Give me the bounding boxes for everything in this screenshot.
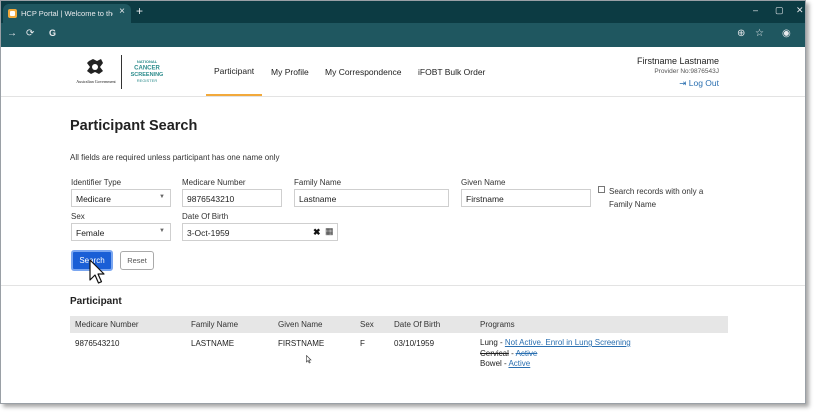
browser-window: HCP Portal | Welcome to the D × + – ▢ ✕ … [0, 0, 806, 404]
row-sex: F [360, 339, 365, 348]
browser-tab[interactable]: HCP Portal | Welcome to the D × [3, 4, 131, 23]
medicare-number-input[interactable]: 9876543210 [182, 189, 282, 207]
bookmark-star-icon[interactable]: ☆ [755, 28, 764, 39]
col-family-name: Family Name [191, 320, 239, 329]
logout-label: Log Out [688, 78, 719, 88]
maximize-icon[interactable]: ▢ [775, 5, 784, 16]
cervical-status-link[interactable]: Active [516, 349, 538, 358]
favicon-icon [8, 9, 17, 18]
minimize-icon[interactable]: – [753, 5, 758, 15]
text-cursor-icon [306, 355, 312, 364]
provider-number: Provider No:9876543J [654, 68, 719, 75]
identifier-type-value: Medicare [76, 194, 111, 204]
program-bowel: Bowel - Active [480, 359, 530, 368]
dob-label: Date Of Birth [182, 212, 229, 221]
calendar-icon[interactable]: ▦ [325, 226, 334, 237]
form-instructions: All fields are required unless participa… [70, 153, 280, 162]
logout-icon: ⇥ [679, 78, 687, 88]
ncsr-line-2: CANCER [134, 66, 160, 72]
family-name-input[interactable]: Lastname [294, 189, 449, 207]
identifier-type-select[interactable]: Medicare ▼ [71, 189, 171, 207]
mouse-pointer-icon [89, 259, 105, 284]
family-name-label: Family Name [294, 178, 342, 187]
results-title: Participant [70, 296, 122, 307]
ncsr-line-1: NATIONAL [137, 59, 158, 64]
identifier-type-label: Identifier Type [71, 178, 122, 187]
col-medicare-number: Medicare Number [75, 320, 139, 329]
col-programs: Programs [480, 320, 515, 329]
chevron-down-icon: ▼ [159, 194, 165, 200]
nav-ifobt-bulk-order[interactable]: iFOBT Bulk Order [418, 47, 485, 96]
reset-button[interactable]: Reset [120, 251, 154, 270]
row-given-name: FIRSTNAME [278, 339, 325, 348]
row-medicare-number: 9876543210 [75, 339, 120, 348]
family-name-only-checkbox[interactable] [598, 186, 605, 193]
given-name-label: Given Name [461, 178, 506, 187]
clear-date-icon[interactable]: ✖ [313, 227, 321, 238]
row-family-name: LASTNAME [191, 339, 235, 348]
col-sex: Sex [360, 320, 374, 329]
given-name-input[interactable]: Firstname [461, 189, 591, 207]
google-icon[interactable]: G [49, 28, 56, 38]
ncsr-line-4: REGISTER [137, 78, 158, 83]
site-header: Australian Government NATIONAL CANCER SC… [1, 47, 805, 97]
logout-link[interactable]: ⇥ Log Out [679, 78, 719, 89]
sex-value: Female [76, 228, 105, 238]
tab-bar: HCP Portal | Welcome to the D × + – ▢ ✕ [1, 1, 805, 23]
program-cervical: Cervical - Active [480, 349, 537, 358]
reload-icon[interactable]: ⟳ [26, 28, 34, 39]
program-bowel-label: Bowel - [480, 359, 509, 368]
logo-divider [121, 55, 122, 89]
new-tab-icon[interactable]: + [136, 4, 143, 18]
nav-my-correspondence[interactable]: My Correspondence [325, 47, 402, 96]
tab-close-icon[interactable]: × [119, 6, 125, 17]
medicare-number-label: Medicare Number [182, 178, 246, 187]
australian-government-logo[interactable]: Australian Government [73, 57, 119, 87]
tab-title: HCP Portal | Welcome to the D [21, 9, 113, 18]
ncsr-logo[interactable]: NATIONAL CANCER SCREENING REGISTER [127, 57, 167, 87]
nav-participant[interactable]: Participant [206, 47, 263, 96]
program-cervical-label: Cervical [480, 349, 509, 358]
enrol-lung-link[interactable]: Not Active. Enrol in Lung Screening [505, 338, 631, 347]
forward-icon[interactable]: → [7, 28, 17, 39]
close-window-icon[interactable]: ✕ [796, 5, 804, 16]
program-lung: Lung - Not Active. Enrol in Lung Screeni… [480, 338, 631, 347]
sex-label: Sex [71, 212, 85, 221]
bowel-status-link[interactable]: Active [508, 359, 530, 368]
chevron-down-icon: ▼ [159, 228, 165, 234]
col-given-name: Given Name [278, 320, 323, 329]
nav-my-profile[interactable]: My Profile [271, 47, 309, 96]
sex-select[interactable]: Female ▼ [71, 223, 171, 241]
zoom-icon[interactable]: ⊕ [737, 28, 745, 39]
user-name: Firstname Lastname [636, 56, 719, 66]
family-name-only-label: Search records with only a Family Name [609, 187, 704, 209]
profile-icon[interactable]: ◉ [782, 28, 791, 39]
col-date-of-birth: Date Of Birth [394, 320, 441, 329]
program-cervical-separator: - [508, 349, 516, 358]
browser-toolbar: → ⟳ G ⊕ ☆ ◉ [1, 23, 805, 47]
page-title: Participant Search [70, 118, 198, 134]
section-divider [1, 285, 805, 286]
gov-logo-text: Australian Government [76, 79, 116, 84]
row-date-of-birth: 03/10/1959 [394, 339, 435, 348]
program-lung-label: Lung - [480, 338, 505, 347]
